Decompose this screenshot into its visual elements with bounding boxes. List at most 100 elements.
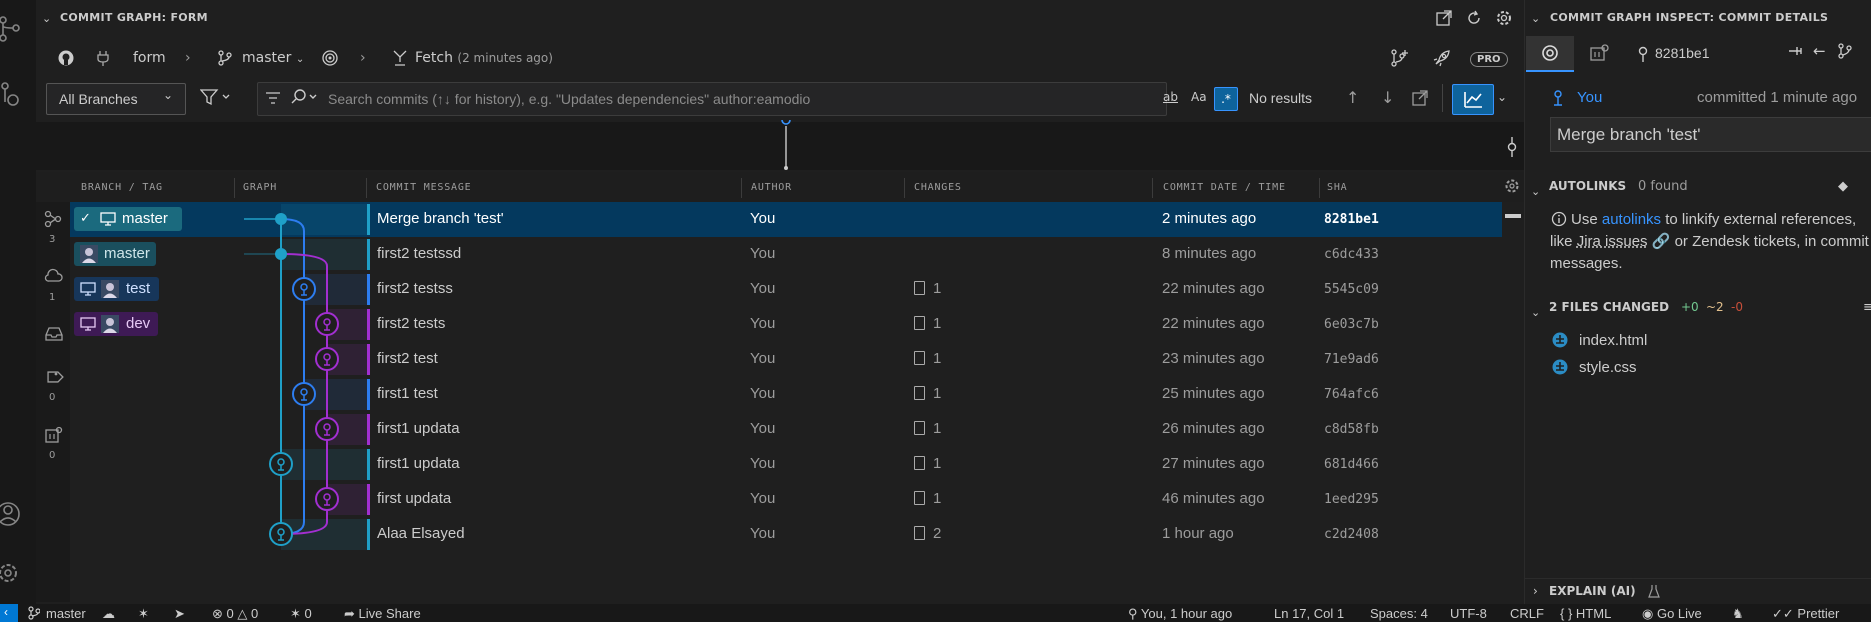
match-whole-word-toggle[interactable]: ab (1163, 90, 1178, 104)
jira-issues-link[interactable]: Jira issues (1577, 233, 1648, 250)
collapse-chevron-icon[interactable]: ⌄ (1531, 185, 1540, 198)
problems-indicator[interactable]: ⊗ 0 △ 0 (212, 606, 258, 622)
autolinks-title[interactable]: AUTOLINKS (1549, 179, 1626, 193)
view-list-icon[interactable]: ≡ (1863, 300, 1871, 315)
remote-indicator[interactable]: ‹ (0, 604, 18, 622)
create-branch-icon[interactable] (1390, 48, 1410, 68)
next-result-arrow-icon[interactable]: ↓ (1381, 88, 1394, 107)
column-branch-header[interactable]: BRANCH / TAG (81, 182, 163, 193)
explain-title[interactable]: EXPLAIN (AI) (1549, 584, 1636, 598)
scrollbar-thumb[interactable] (1505, 214, 1521, 218)
cursor-position[interactable]: Ln 17, Col 1 (1274, 606, 1344, 621)
tab-working-changes[interactable] (1577, 36, 1623, 70)
pro-badge[interactable]: PRO (1470, 52, 1508, 67)
open-results-icon[interactable] (1412, 90, 1428, 106)
column-changes-header[interactable]: CHANGES (914, 182, 962, 193)
filter-icon[interactable] (200, 88, 232, 106)
minimap-toggle[interactable] (1452, 84, 1494, 115)
chevron-down-icon[interactable]: ⌄ (1497, 90, 1507, 104)
tag-icon[interactable] (44, 368, 64, 386)
indentation[interactable]: Spaces: 4 (1370, 606, 1428, 621)
column-divider[interactable] (904, 178, 905, 198)
repo-name[interactable]: form (133, 50, 166, 66)
inbox-icon[interactable] (44, 326, 64, 342)
previous-result-arrow-icon[interactable]: ↑ (1346, 88, 1359, 107)
language-mode[interactable]: { } HTML (1560, 606, 1611, 621)
autolinks-link[interactable]: autolinks (1602, 211, 1661, 228)
plug-icon[interactable] (96, 50, 110, 66)
sync-cloud-icon[interactable]: ☁ (102, 606, 115, 622)
search-icon[interactable] (290, 88, 320, 106)
pin-icon[interactable] (1787, 43, 1803, 59)
line-ending[interactable]: CRLF (1510, 606, 1544, 621)
cloud-icon[interactable] (44, 268, 64, 284)
search-input[interactable]: Search commits (↑↓ for history), e.g. "U… (328, 91, 810, 107)
source-control-icon[interactable] (0, 14, 22, 44)
commit-node (269, 452, 293, 476)
file-item[interactable]: index.html (1579, 332, 1647, 349)
branch-selector[interactable]: master ⌄ (242, 50, 304, 66)
encoding[interactable]: UTF-8 (1450, 606, 1487, 621)
collapse-chevron-icon[interactable]: ⌄ (42, 12, 51, 25)
match-case-toggle[interactable]: Aa (1191, 90, 1207, 104)
file-item[interactable]: style.css (1579, 359, 1637, 376)
account-icon[interactable] (0, 500, 22, 528)
author-link[interactable]: You (1577, 89, 1602, 106)
commit-sha[interactable]: 8281be1 (1655, 45, 1710, 61)
column-graph-header[interactable]: GRAPH (243, 182, 277, 193)
live-share-button[interactable]: ➦ Live Share (344, 606, 421, 622)
blame-indicator[interactable]: ⚲ You, 1 hour ago (1128, 606, 1232, 622)
ref-chip-master-local[interactable]: ✓ master (74, 207, 182, 231)
column-divider[interactable] (1152, 178, 1153, 198)
column-sha-header[interactable]: SHA (1327, 182, 1347, 193)
refresh-icon[interactable] (1466, 10, 1482, 26)
column-divider[interactable] (1319, 178, 1320, 198)
commit-message-box[interactable]: Merge branch 'test' (1550, 117, 1871, 152)
gear-icon[interactable] (1496, 10, 1512, 26)
ref-chip-test[interactable]: test (74, 277, 159, 301)
settings-gear-icon[interactable] (0, 560, 22, 586)
column-divider[interactable] (741, 178, 742, 198)
error-count: 0 (226, 606, 234, 621)
branch-compare-icon[interactable] (1837, 42, 1857, 60)
open-in-editor-icon[interactable] (1436, 10, 1452, 26)
collapse-chevron-icon[interactable]: ⌄ (1531, 306, 1540, 319)
commit-node-icon[interactable] (1504, 137, 1520, 157)
collapse-chevron-icon[interactable]: ⌄ (1531, 12, 1540, 25)
git-graph-icon[interactable]: ✶ (138, 606, 149, 622)
ports-count: 0 (304, 606, 312, 621)
column-divider[interactable] (366, 178, 367, 198)
target-icon[interactable] (322, 50, 338, 66)
copilot-icon[interactable]: ♞ (1732, 606, 1744, 622)
ports-indicator[interactable]: ✶ 0 (290, 606, 312, 622)
go-live-button[interactable]: ◉ Go Live (1642, 606, 1702, 622)
expand-chevron-icon[interactable]: › (1533, 584, 1538, 598)
column-divider[interactable] (234, 178, 235, 198)
tab-commit-details[interactable] (1526, 36, 1574, 72)
worktree-icon[interactable] (44, 426, 64, 444)
prettier-indicator[interactable]: ✓✓ Prettier (1772, 606, 1839, 622)
status-branch[interactable]: master (46, 606, 86, 621)
branches-dropdown[interactable]: All Branches ⌄ (46, 83, 186, 115)
branches-icon[interactable] (44, 210, 62, 228)
autolinks-settings-icon[interactable]: ◆ (1838, 179, 1848, 194)
commit-message: first1 updata (377, 455, 460, 472)
gitlens-inspect-icon[interactable] (0, 80, 22, 108)
ref-chip-dev[interactable]: dev (74, 312, 158, 336)
filter-lines-icon[interactable] (265, 90, 281, 106)
commit-sha: c2d2408 (1324, 527, 1379, 542)
column-message-header[interactable]: COMMIT MESSAGE (376, 182, 472, 193)
fetch-button[interactable]: Fetch (2 minutes ago) (415, 50, 553, 66)
column-author-header[interactable]: AUTHOR (751, 182, 792, 193)
column-settings-gear-icon[interactable] (1504, 178, 1520, 194)
rocket-icon[interactable]: ➤ (174, 606, 185, 622)
column-date-header[interactable]: COMMIT DATE / TIME (1163, 182, 1286, 193)
github-icon[interactable] (58, 50, 74, 66)
files-changed-title[interactable]: 2 FILES CHANGED (1549, 300, 1669, 314)
back-arrow-icon[interactable]: ← (1813, 42, 1826, 60)
branch-name: master (242, 50, 292, 66)
fetch-icon[interactable] (392, 49, 408, 67)
regex-toggle[interactable]: .* (1214, 87, 1238, 111)
ref-chip-master-remote[interactable]: master (74, 242, 156, 266)
rocket-icon[interactable] (1432, 48, 1452, 68)
